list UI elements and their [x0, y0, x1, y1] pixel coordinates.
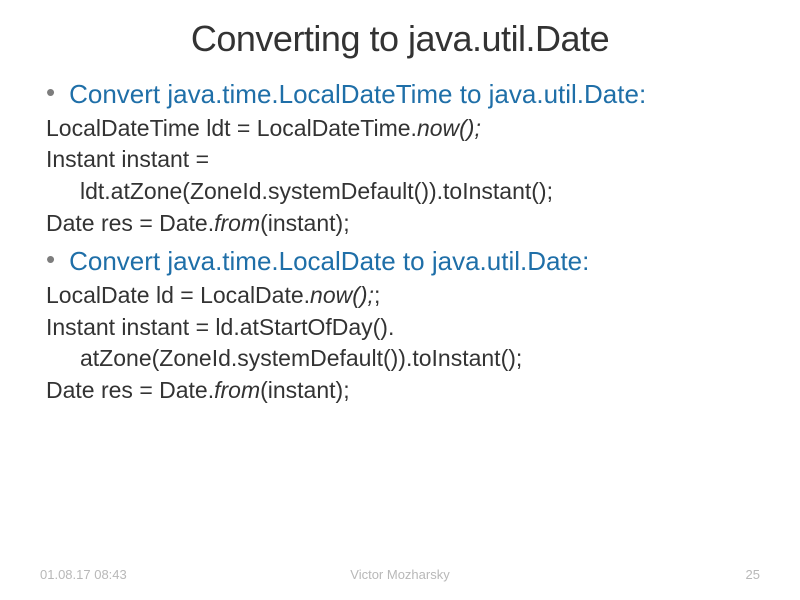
code-line: Date res = Date.from(instant);	[46, 375, 760, 407]
code-line: atZone(ZoneId.systemDefault()).toInstant…	[80, 343, 760, 375]
bullet-item: • Convert java.time.LocalDate to java.ut…	[40, 245, 760, 278]
code-line: Instant instant = ld.atStartOfDay().	[46, 312, 760, 344]
footer-date: 01.08.17 08:43	[40, 567, 127, 582]
code-line: LocalDate ld = LocalDate.now();;	[46, 280, 760, 312]
footer: 01.08.17 08:43 Victor Mozharsky 25	[0, 567, 800, 582]
slide-title: Converting to java.util.Date	[40, 18, 760, 60]
footer-author: Victor Mozharsky	[350, 567, 449, 582]
code-line: Instant instant =	[46, 144, 760, 176]
footer-page: 25	[746, 567, 760, 582]
code-line: ldt.atZone(ZoneId.systemDefault()).toIns…	[80, 176, 760, 208]
bullet-icon: •	[46, 78, 55, 107]
bullet-heading-2: Convert java.time.LocalDate to java.util…	[69, 245, 589, 278]
bullet-item: • Convert java.time.LocalDateTime to jav…	[40, 78, 760, 111]
bullet-icon: •	[46, 245, 55, 274]
code-line: Date res = Date.from(instant);	[46, 208, 760, 240]
bullet-heading-1: Convert java.time.LocalDateTime to java.…	[69, 78, 646, 111]
slide-content: • Convert java.time.LocalDateTime to jav…	[40, 78, 760, 407]
slide: Converting to java.util.Date • Convert j…	[0, 0, 800, 600]
code-line: LocalDateTime ldt = LocalDateTime.now();	[46, 113, 760, 145]
